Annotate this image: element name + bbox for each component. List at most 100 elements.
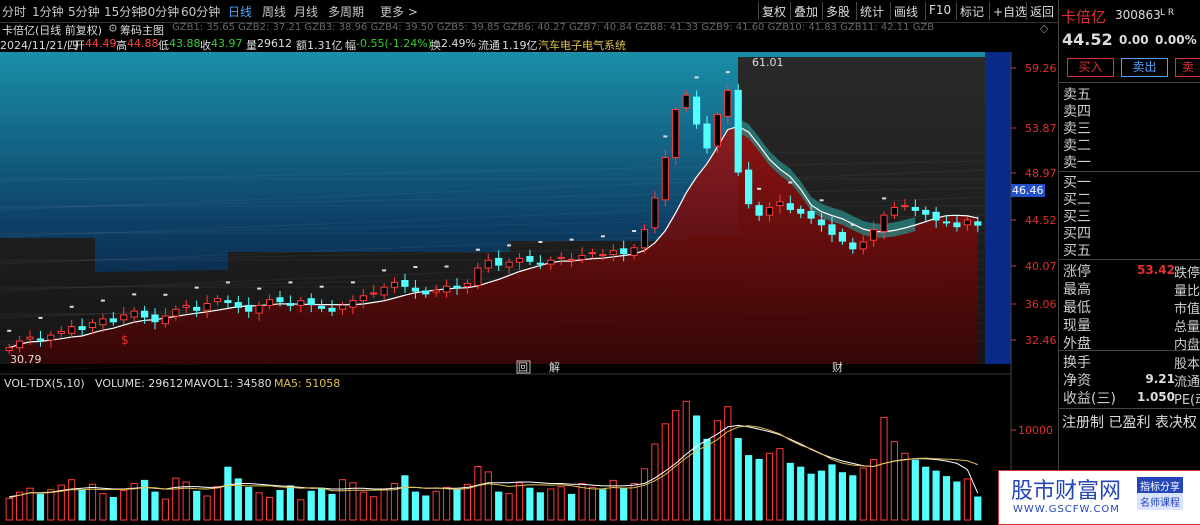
volume-bar [453,489,461,521]
candle-body [620,248,628,255]
candle-body [359,295,367,302]
cai-marker[interactable]: 财 [832,360,843,374]
turn-label: 换 [430,39,441,52]
candle-body [474,267,482,286]
kline-chart[interactable]: 59.26 53.87 48.97 44.52 40.07 36.06 32.46 46.46… [0,52,1058,523]
dollar-marker[interactable]: $ [121,333,129,347]
volume-bar [505,493,513,521]
divider [1059,82,1200,83]
volume-bar [797,466,805,521]
toolbar-action-3[interactable]: 统计 [860,3,884,20]
toolbar-action-2[interactable]: 多股 [826,3,850,20]
period-tab-9[interactable]: 多周期 [328,3,364,20]
turn-value: 2.49% [441,37,476,50]
sector-label[interactable]: 汽车电子电气系统 [538,37,626,53]
candle-body [651,197,659,229]
stat-label-stats-1: 最高 [1063,282,1091,298]
candle-body [890,207,898,216]
chip-dot [132,293,137,296]
period-tab-8[interactable]: 月线 [294,3,318,20]
volume-bar [786,462,794,521]
volume-bar [276,490,284,521]
toolbar-action-0[interactable]: 复权 [762,3,786,20]
indicator-name[interactable]: 筹码主图 [120,22,164,38]
volume-bar [776,448,784,521]
candle-body [776,201,784,207]
toolbar-separator [758,2,759,20]
chip-dot [319,285,324,288]
toolbar-action-4[interactable]: 画线 [894,3,918,20]
candle-body [99,318,107,326]
toolbar-separator [890,2,891,20]
volume-bar [640,468,649,521]
toolbar-action-7[interactable]: +自选 [993,3,1027,20]
vol-value: 29612 [257,37,292,50]
candle-body [911,207,919,211]
buy-level-5[interactable]: 买五 [1063,240,1091,260]
stat-label-stats-3: 现量 [1063,318,1091,334]
price-tick: 32.46 [1025,334,1057,347]
candle-body [151,314,159,323]
period-tab-1[interactable]: 1分钟 [32,3,64,20]
sell-button[interactable]: 卖出 [1121,58,1168,77]
chip-dot [694,76,699,79]
candle-body [88,322,97,329]
stock-name: 卡倍亿 [1061,8,1107,26]
candle-body [234,302,242,308]
settings-icon[interactable]: ⚙ [108,22,118,35]
period-tab-5[interactable]: 60分钟 [181,3,220,20]
candle-body [797,208,805,214]
chip-dot [882,197,887,200]
candle-body [495,257,503,266]
candle-body [349,300,357,308]
volume-bar [307,490,315,521]
stat-label-stats-0: 涨停 [1063,264,1091,280]
chip-dot [163,293,168,296]
volume-bar [526,487,534,521]
candle [734,83,742,176]
toolbar-action-8[interactable]: 返回 [1030,3,1054,20]
hui-marker[interactable]: 回 [518,362,528,374]
volume-bar [141,479,149,521]
candle-body [463,282,471,287]
candle-body [266,299,274,306]
volume-bar [193,490,201,521]
chip-dot [475,248,480,251]
period-tab-0[interactable]: 分时 [2,3,26,20]
volume-bar [515,482,524,521]
period-tab-10[interactable]: 更多 > [380,3,418,20]
period-tab-7[interactable]: 周线 [262,3,286,20]
volume-bar [411,491,419,521]
candle-body [161,315,170,325]
volume-bar [78,490,86,521]
chip-dot [38,316,43,319]
volume-bar [99,493,107,521]
quote-panel: 卡倍亿 300863 L R 44.52 0.00 0.00% 买入 卖出 卖 … [1058,0,1200,523]
price-tick: 59.26 [1025,62,1057,75]
vol-title: VOL-TDX(5,10) [4,377,85,390]
toolbar-action-5[interactable]: F10 [929,3,951,17]
jie-marker[interactable]: 解 [549,360,560,374]
diamond-icon[interactable]: ◇ [1040,22,1048,35]
volume-bar [5,497,13,521]
candle-body [870,229,878,241]
toolbar-action-6[interactable]: 标记 [960,3,984,20]
vol-ma5: MA5: 51058 [274,377,340,390]
candle-body [443,285,451,293]
period-tab-2[interactable]: 5分钟 [68,3,100,20]
period-tab-4[interactable]: 30分钟 [140,3,179,20]
buy-button[interactable]: 买入 [1067,58,1114,77]
stat-value-stats2-2: 1.050 [1137,390,1175,404]
period-tab-3[interactable]: 15分钟 [104,3,143,20]
chip-dot [632,230,637,232]
watermark-logo: 股市财富网 指标分享 名师课程 WWW.GSCFW.COM [998,470,1200,525]
candle-body [432,289,440,293]
more-sell-button[interactable]: 卖 [1175,58,1200,77]
period-tab-6[interactable]: 日线 [228,3,252,20]
sell-level-1[interactable]: 卖一 [1063,152,1091,172]
toolbar-action-1[interactable]: 叠加 [794,3,818,20]
chg-value: -0.55(-1.24%) [356,37,432,50]
candle-body [557,256,565,259]
candle-body [609,250,617,255]
right-edge-band [985,52,1011,364]
